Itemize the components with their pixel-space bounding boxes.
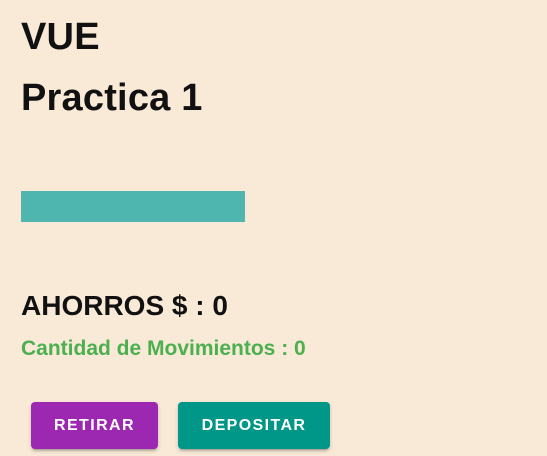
movements-count: Cantidad de Movimientos : 0 xyxy=(21,337,306,360)
retirar-button[interactable]: RETIRAR xyxy=(31,402,158,449)
page-subtitle: Practica 1 xyxy=(21,77,203,119)
depositar-button[interactable]: DEPOSITAR xyxy=(178,402,330,449)
savings-total: AHORROS $ : 0 xyxy=(21,290,228,321)
page-title: VUE xyxy=(21,16,100,58)
color-bar xyxy=(21,191,245,222)
